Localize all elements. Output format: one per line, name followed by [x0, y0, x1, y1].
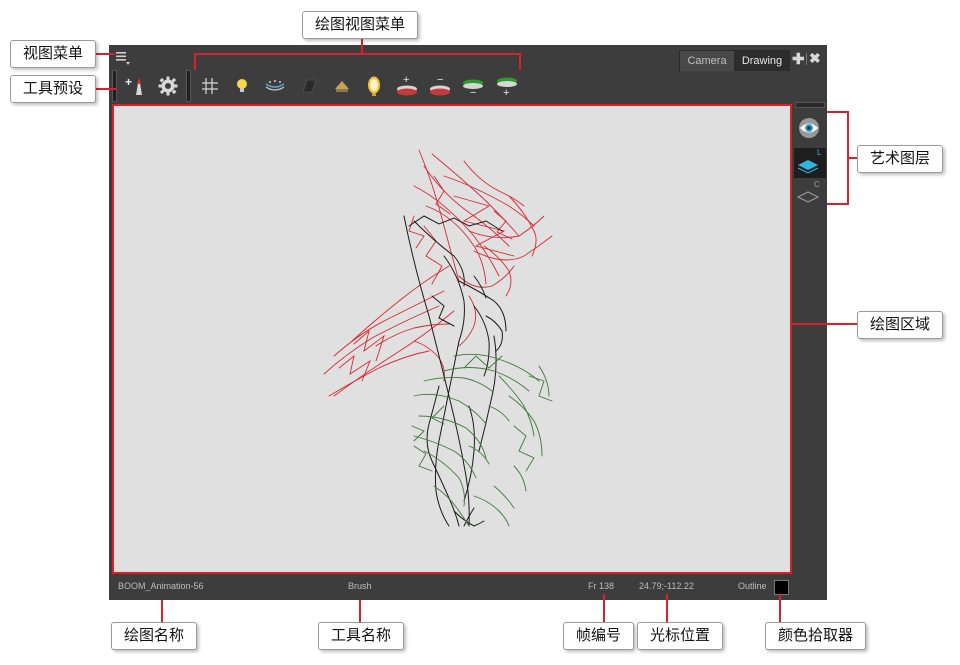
- callout-line: [359, 600, 361, 622]
- character-drawing: [323, 149, 553, 527]
- callout-drawing-name: 绘图名称: [111, 622, 198, 650]
- colour-picker-swatch[interactable]: [774, 580, 789, 595]
- layer-colour-art-icon[interactable]: C: [794, 180, 826, 210]
- callout-line: [95, 53, 115, 55]
- mirror-icon[interactable]: [362, 74, 386, 98]
- callout-line: [827, 203, 849, 205]
- add-layer-above-icon[interactable]: +: [495, 74, 519, 98]
- toolbar-grip[interactable]: [186, 70, 191, 102]
- callout-line: [194, 53, 196, 70]
- add-tool-preset-icon[interactable]: +: [122, 74, 146, 98]
- onion-skin-icon[interactable]: [263, 74, 287, 98]
- view-mode-label: Outline: [738, 581, 767, 591]
- tool-name-label: Brush: [348, 581, 372, 591]
- callout-line: [666, 594, 668, 622]
- callout-tool-name: 工具名称: [318, 622, 405, 650]
- drawing-area-canvas[interactable]: [112, 104, 792, 574]
- callout-line: [603, 594, 605, 622]
- cursor-position-label: 24.79;-112.22: [639, 581, 694, 591]
- svg-text:+: +: [403, 74, 409, 86]
- tab-drawing[interactable]: Drawing: [734, 50, 790, 71]
- plus-icon[interactable]: ✚: [792, 50, 805, 68]
- add-layer-below-icon[interactable]: −: [461, 74, 485, 98]
- callout-line: [779, 594, 781, 622]
- svg-text:−: −: [470, 87, 476, 98]
- callout-drawing-view-menu: 绘图视图菜单: [302, 11, 419, 39]
- callout-tool-presets: 工具预设: [10, 75, 97, 103]
- remove-colour-icon[interactable]: −: [428, 74, 452, 98]
- callout-drawing-area: 绘图区域: [857, 311, 944, 339]
- callout-line: [827, 111, 849, 113]
- callout-art-layers: 艺术图层: [857, 145, 944, 173]
- svg-text:+: +: [125, 75, 132, 89]
- line-art-label: L: [817, 148, 822, 157]
- sidebar-grip[interactable]: [795, 102, 825, 108]
- eye-icon[interactable]: [795, 114, 825, 142]
- toolbar-grip[interactable]: [112, 70, 117, 102]
- svg-text:−: −: [437, 74, 443, 86]
- tab-divider: [806, 53, 807, 65]
- callout-line: [161, 600, 163, 622]
- preview-icon[interactable]: [330, 74, 354, 98]
- shade-icon[interactable]: [297, 74, 321, 98]
- tab-camera[interactable]: Camera: [679, 50, 735, 71]
- grid-icon[interactable]: [198, 74, 222, 98]
- callout-colour-picker: 颜色拾取器: [765, 622, 867, 650]
- callout-line: [194, 53, 521, 55]
- callout-view-menu: 视图菜单: [10, 40, 97, 68]
- callout-line: [519, 53, 521, 70]
- hamburger-menu-icon[interactable]: [115, 50, 131, 66]
- svg-text:+: +: [503, 87, 509, 98]
- callout-cursor-position: 光标位置: [637, 622, 724, 650]
- callout-line: [361, 38, 363, 54]
- light-table-icon[interactable]: [230, 74, 254, 98]
- tool-properties-gear-icon[interactable]: [156, 74, 180, 98]
- colour-art-label: C: [814, 180, 820, 189]
- drawing-name-label: BOOM_Animation-56: [118, 581, 204, 591]
- layer-line-art-icon[interactable]: L: [794, 148, 826, 178]
- callout-frame-number: 帧编号: [563, 622, 635, 650]
- close-icon[interactable]: ✖: [809, 50, 821, 67]
- frame-number-label: Fr 138: [588, 581, 615, 591]
- callout-line: [790, 323, 859, 325]
- callout-line: [95, 88, 117, 90]
- add-colour-icon[interactable]: +: [395, 74, 419, 98]
